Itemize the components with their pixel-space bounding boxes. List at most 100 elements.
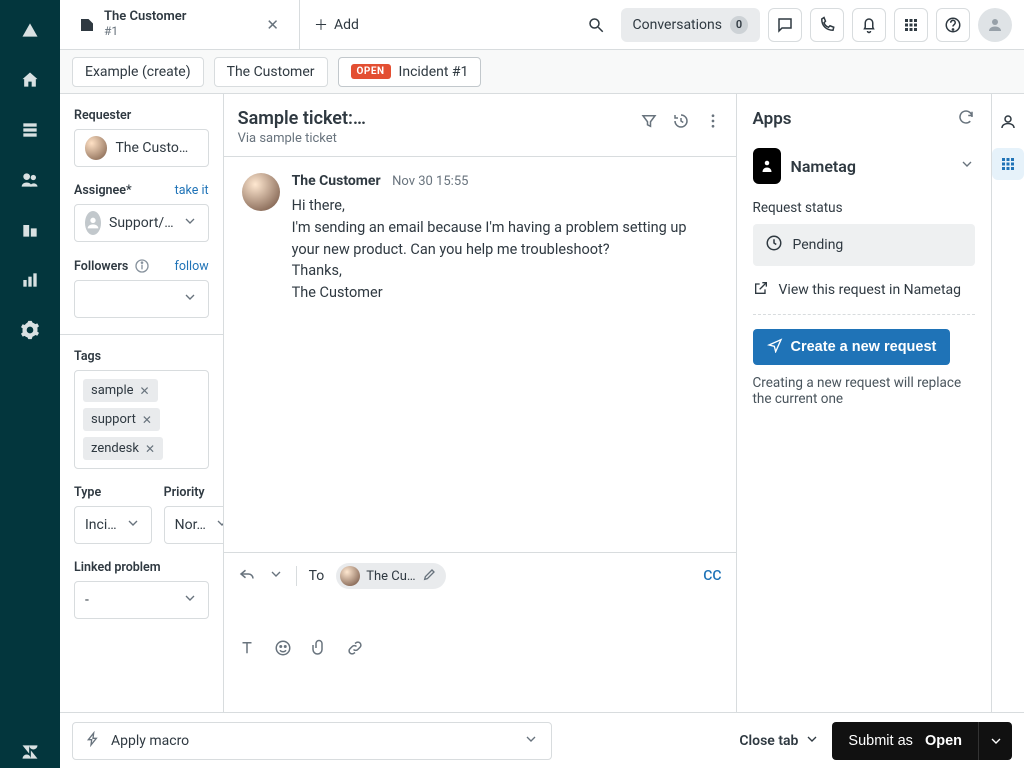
text-format-icon[interactable] — [238, 639, 256, 661]
customers-icon[interactable] — [14, 164, 46, 196]
refresh-icon[interactable] — [957, 108, 975, 130]
crumb-label: Example (create) — [85, 64, 191, 80]
conversation-panel: Sample ticket:… Via sample ticket — [224, 94, 737, 712]
tags-input[interactable]: sample✕ support✕ zendesk✕ — [74, 370, 209, 469]
type-field: Type Inci… — [74, 485, 152, 544]
plus-icon: ＋ — [314, 15, 328, 35]
remove-tag-icon[interactable]: ✕ — [145, 442, 155, 456]
take-it-link[interactable]: take it — [175, 183, 209, 198]
close-tab-label: Close tab — [739, 733, 798, 749]
bell-icon[interactable] — [852, 8, 886, 42]
crumb-customer[interactable]: The Customer — [214, 57, 328, 87]
type-label: Type — [74, 485, 101, 500]
search-icon[interactable] — [579, 8, 613, 42]
tags-field: Tags sample✕ support✕ zendesk✕ — [74, 349, 209, 469]
conversation-body: The Customer Nov 30 15:55 Hi there, I'm … — [224, 157, 736, 552]
reply-type-chevron-icon[interactable] — [268, 566, 284, 586]
add-tab-label: Add — [334, 17, 359, 33]
cc-button[interactable]: CC — [703, 568, 721, 584]
chevron-down-icon — [523, 731, 539, 751]
profile-icon[interactable] — [992, 106, 1024, 138]
send-icon — [767, 337, 783, 357]
type-select[interactable]: Inci… — [74, 506, 152, 544]
user-avatar[interactable] — [978, 8, 1012, 42]
assignee-label: Assignee* — [74, 183, 132, 198]
tags-label: Tags — [74, 349, 101, 364]
remove-tag-icon[interactable]: ✕ — [140, 384, 150, 398]
followers-label: Followers — [74, 258, 150, 274]
chat-icon[interactable] — [768, 8, 802, 42]
submit-button[interactable]: Submit as Open — [832, 722, 978, 760]
product-logo[interactable] — [14, 14, 46, 46]
linked-problem-select[interactable]: - — [74, 581, 209, 619]
work-area: Requester The Customer Assignee* take it — [60, 94, 1024, 712]
assignee-select[interactable]: Support/Yasmine … — [74, 204, 209, 242]
apps-grid-icon[interactable] — [992, 148, 1024, 180]
to-recipient-pill[interactable]: The Cu… — [336, 563, 445, 589]
view-in-nametag-link[interactable]: View this request in Nametag — [753, 280, 976, 300]
submit-menu-button[interactable] — [978, 722, 1012, 760]
close-tab-button[interactable]: Close tab — [739, 731, 820, 751]
follow-link[interactable]: follow — [175, 259, 209, 274]
tag-zendesk[interactable]: zendesk✕ — [83, 437, 163, 460]
lightning-icon — [85, 731, 101, 751]
app-title-row[interactable]: Nametag — [753, 148, 976, 184]
history-icon[interactable] — [672, 112, 690, 134]
crumb-incident[interactable]: OPEN Incident #1 — [338, 57, 482, 87]
info-icon — [134, 258, 150, 274]
create-request-button[interactable]: Create a new request — [753, 329, 951, 365]
tag-support[interactable]: support✕ — [83, 408, 160, 431]
conversation-title: Sample ticket:… — [238, 108, 630, 129]
close-icon[interactable]: ✕ — [260, 12, 285, 38]
to-recipient-name: The Cu… — [366, 569, 415, 584]
left-nav — [0, 0, 60, 768]
priority-field: Priority Nor… — [164, 485, 224, 544]
apps-switcher-icon[interactable] — [894, 8, 928, 42]
zendesk-logo-icon[interactable] — [14, 736, 46, 768]
help-icon[interactable] — [936, 8, 970, 42]
reports-icon[interactable] — [14, 264, 46, 296]
emoji-icon[interactable] — [274, 639, 292, 661]
chevron-down-icon — [182, 213, 198, 233]
workspace-tab[interactable]: The Customer #1 ✕ — [60, 0, 300, 49]
conversations-button[interactable]: Conversations 0 — [621, 8, 760, 42]
priority-select[interactable]: Nor… — [164, 506, 224, 544]
home-icon[interactable] — [14, 64, 46, 96]
chevron-down-icon — [182, 289, 198, 309]
requester-label: Requester — [74, 108, 131, 123]
request-status-value: Pending — [793, 237, 844, 253]
link-icon[interactable] — [346, 639, 364, 661]
chevron-down-icon[interactable] — [959, 156, 975, 176]
submit-prefix: Submit as — [848, 733, 912, 749]
admin-icon[interactable] — [14, 314, 46, 346]
apps-panel: Apps Nametag Request status Pending — [737, 94, 993, 712]
view-in-nametag-label: View this request in Nametag — [779, 282, 962, 298]
top-right-tools: Conversations 0 — [579, 0, 1024, 49]
edit-icon[interactable] — [422, 566, 438, 586]
apply-macro-select[interactable]: Apply macro — [72, 722, 552, 760]
add-tab-button[interactable]: ＋ Add — [300, 0, 373, 49]
phone-icon[interactable] — [810, 8, 844, 42]
create-request-label: Create a new request — [791, 339, 937, 355]
more-icon[interactable] — [704, 112, 722, 134]
apps-title: Apps — [753, 109, 792, 129]
crumb-example-create[interactable]: Example (create) — [72, 57, 204, 87]
chevron-down-icon — [804, 731, 820, 751]
ticket-icon — [78, 16, 96, 34]
views-icon[interactable] — [14, 114, 46, 146]
message-text: Hi there, I'm sending an email because I… — [292, 195, 718, 304]
nametag-logo-icon — [753, 148, 781, 184]
submit-state: Open — [925, 733, 962, 749]
type-value: Inci… — [85, 517, 117, 533]
tag-sample[interactable]: sample✕ — [83, 379, 158, 402]
requester-input[interactable]: The Customer — [74, 129, 209, 167]
reply-icon[interactable] — [238, 565, 256, 587]
followers-select[interactable] — [74, 280, 209, 318]
filter-icon[interactable] — [640, 112, 658, 134]
priority-label: Priority — [164, 485, 205, 500]
organizations-icon[interactable] — [14, 214, 46, 246]
remove-tag-icon[interactable]: ✕ — [142, 413, 152, 427]
crumb-label: Incident #1 — [399, 64, 469, 80]
attachment-icon[interactable] — [310, 639, 328, 661]
message-time: Nov 30 15:55 — [392, 174, 468, 189]
